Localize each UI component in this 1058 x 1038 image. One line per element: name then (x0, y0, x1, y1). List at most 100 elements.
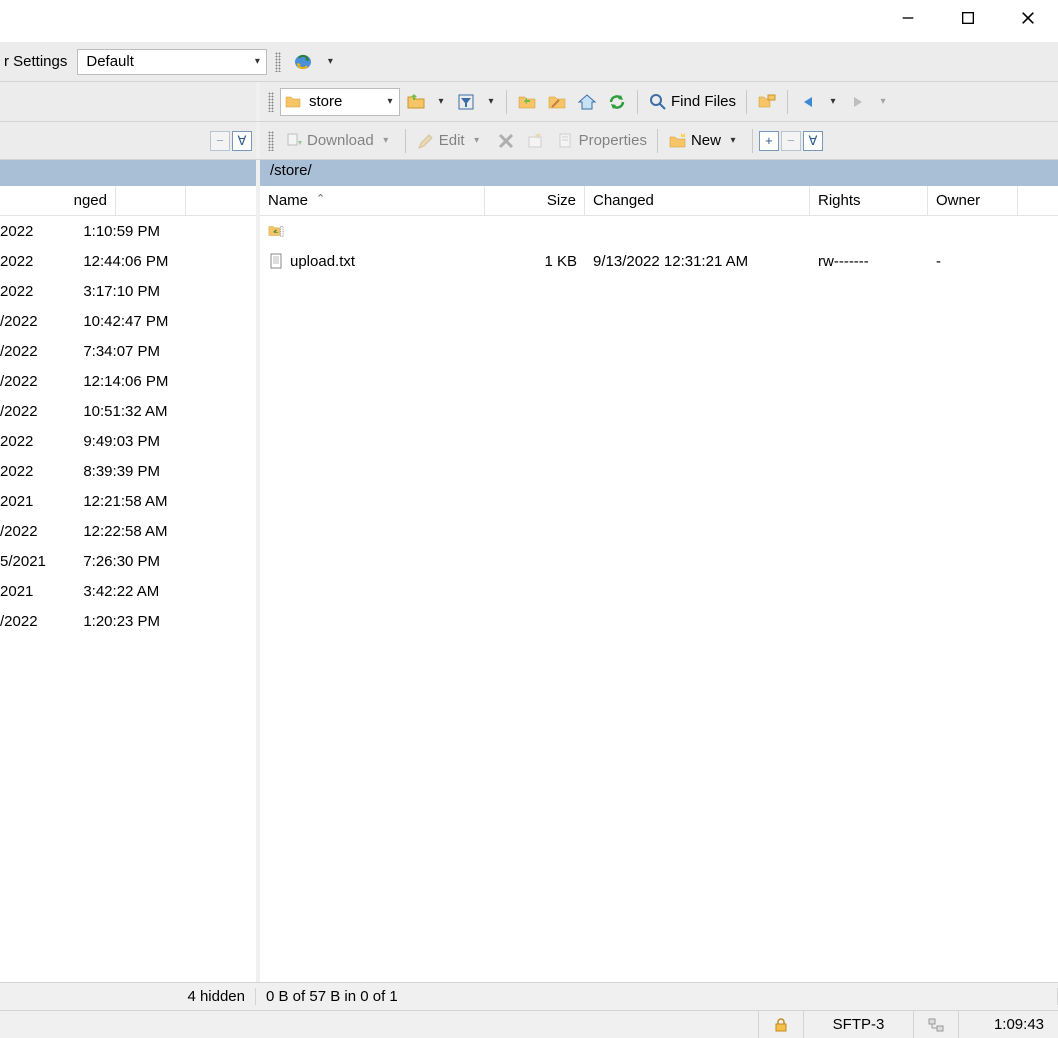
connection-status-bar: SFTP-3 1:09:43 (0, 1010, 1058, 1038)
local-date-cell: 2021 (0, 583, 83, 600)
remote-path-combo[interactable]: ▾ (280, 88, 400, 116)
local-col-changed[interactable]: nged (66, 186, 116, 215)
home-dir-button[interactable] (573, 88, 601, 116)
remote-col-owner[interactable]: Owner (928, 186, 1018, 215)
open-folder-button[interactable] (402, 88, 430, 116)
local-time-cell: 12:44:06 PM (83, 253, 189, 270)
local-file-pane[interactable]: nged 20221:10:59 PM202212:44:06 PM20223:… (0, 186, 260, 982)
rename-icon (526, 131, 546, 151)
remote-plus-button[interactable]: + (759, 131, 779, 151)
local-time-cell: 12:21:58 AM (83, 493, 189, 510)
parent-folder-icon (268, 223, 284, 239)
remote-minus-button[interactable]: − (781, 131, 801, 151)
chevron-down-icon[interactable]: ▾ (321, 56, 339, 67)
encryption-indicator[interactable] (758, 1011, 803, 1038)
sync-browse-button[interactable] (753, 88, 781, 116)
chevron-down-icon[interactable]: ▾ (432, 96, 450, 107)
toolbar-grip (268, 131, 274, 151)
maximize-button[interactable] (938, 0, 998, 36)
remote-transfer-toolbar: Download ▾ Edit ▾ (260, 122, 1058, 159)
minimize-button[interactable] (878, 0, 938, 36)
local-col-extra[interactable] (116, 186, 186, 215)
close-button[interactable] (998, 0, 1058, 36)
maximize-icon (960, 10, 976, 26)
list-item[interactable]: 20221:10:59 PM (0, 216, 256, 246)
remote-col-rights[interactable]: Rights (810, 186, 928, 215)
chevron-down-icon[interactable]: ▾ (482, 96, 500, 107)
table-row[interactable]: upload.txt1 KB9/13/2022 12:31:21 AMrw---… (260, 246, 1058, 276)
list-item[interactable]: 202212:44:06 PM (0, 246, 256, 276)
delete-button[interactable] (492, 127, 520, 155)
remote-file-list[interactable]: upload.txt1 KB9/13/2022 12:31:21 AMrw---… (260, 216, 1058, 276)
separator (637, 90, 638, 114)
list-item[interactable]: /202212:22:58 AM (0, 516, 256, 546)
remote-select-all-button[interactable]: ∀ (803, 131, 823, 151)
local-time-cell: 1:10:59 PM (83, 223, 189, 240)
local-minus-button[interactable]: − (210, 131, 230, 151)
remote-col-name[interactable]: Name (260, 186, 485, 215)
nav-back-button[interactable] (794, 88, 822, 116)
network-indicator[interactable] (913, 1011, 958, 1038)
network-icon (928, 1017, 944, 1033)
chevron-down-icon[interactable]: ▾ (248, 56, 266, 67)
settings-bar: r Settings ▾ ▾ (0, 42, 1058, 82)
refresh-remote-button[interactable] (603, 88, 631, 116)
list-item[interactable]: /202210:42:47 PM (0, 306, 256, 336)
nav-forward-button[interactable] (844, 88, 872, 116)
local-select-all-button[interactable]: ∀ (232, 131, 252, 151)
local-time-cell: 8:39:39 PM (83, 463, 189, 480)
list-item[interactable]: 20213:42:22 AM (0, 576, 256, 606)
list-item[interactable]: /202212:14:06 PM (0, 366, 256, 396)
arrow-left-icon (798, 92, 818, 112)
chevron-down-icon[interactable]: ▾ (874, 96, 892, 107)
transfer-settings-label: r Settings (4, 53, 73, 70)
remote-path-bar[interactable]: /store/ (260, 160, 1058, 186)
list-item[interactable]: /202210:51:32 AM (0, 396, 256, 426)
selection-status-bar: 4 hidden 0 B of 57 B in 0 of 1 (0, 982, 1058, 1010)
local-date-cell: 2022 (0, 463, 83, 480)
download-button[interactable]: Download ▾ (280, 127, 399, 155)
separator (506, 90, 507, 114)
remote-path-input[interactable] (301, 90, 381, 114)
remote-nav-toolbar: ▾ ▾ ▾ (260, 82, 1058, 121)
local-date-cell: 2022 (0, 433, 83, 450)
local-date-cell: 2022 (0, 253, 83, 270)
root-dir-button[interactable] (543, 88, 571, 116)
transfer-settings-combo[interactable]: ▾ (77, 49, 267, 75)
filter-button[interactable] (452, 88, 480, 116)
find-files-button[interactable]: Find Files (644, 88, 740, 116)
remote-col-size[interactable]: Size (485, 186, 585, 215)
local-date-cell: /2022 (0, 403, 83, 420)
chevron-down-icon[interactable]: ▾ (724, 135, 742, 146)
chevron-down-icon: ▾ (468, 135, 486, 146)
remote-column-headers[interactable]: Name Size Changed Rights Owner (260, 186, 1058, 216)
rename-button[interactable] (522, 127, 550, 155)
local-time-cell: 12:22:58 AM (83, 523, 189, 540)
transfer-settings-input[interactable] (78, 50, 248, 74)
arrow-right-icon (848, 92, 868, 112)
list-item[interactable]: /20221:20:23 PM (0, 606, 256, 636)
parent-dir-button[interactable] (513, 88, 541, 116)
local-path-bar[interactable] (0, 160, 260, 186)
local-file-list[interactable]: 20221:10:59 PM202212:44:06 PM20223:17:10… (0, 216, 256, 636)
chevron-down-icon[interactable]: ▾ (824, 96, 842, 107)
chevron-down-icon[interactable]: ▾ (381, 96, 399, 107)
list-item[interactable]: /20227:34:07 PM (0, 336, 256, 366)
table-row[interactable] (260, 216, 1058, 246)
list-item[interactable]: 20229:49:03 PM (0, 426, 256, 456)
new-label: New (691, 132, 721, 149)
remote-file-pane[interactable]: Name Size Changed Rights Owner upload.tx… (260, 186, 1058, 982)
list-item[interactable]: 5/20217:26:30 PM (0, 546, 256, 576)
list-item[interactable]: 20228:39:39 PM (0, 456, 256, 486)
new-button[interactable]: New ▾ (664, 127, 746, 155)
titlebar (0, 0, 1058, 42)
remote-col-changed[interactable]: Changed (585, 186, 810, 215)
local-date-cell: /2022 (0, 523, 83, 540)
edit-button[interactable]: Edit ▾ (412, 127, 490, 155)
close-icon (1020, 10, 1036, 26)
refresh-both-button[interactable] (289, 48, 317, 76)
properties-button[interactable]: Properties (552, 127, 651, 155)
list-item[interactable]: 20223:17:10 PM (0, 276, 256, 306)
list-item[interactable]: 202112:21:58 AM (0, 486, 256, 516)
local-column-headers[interactable]: nged (0, 186, 256, 216)
